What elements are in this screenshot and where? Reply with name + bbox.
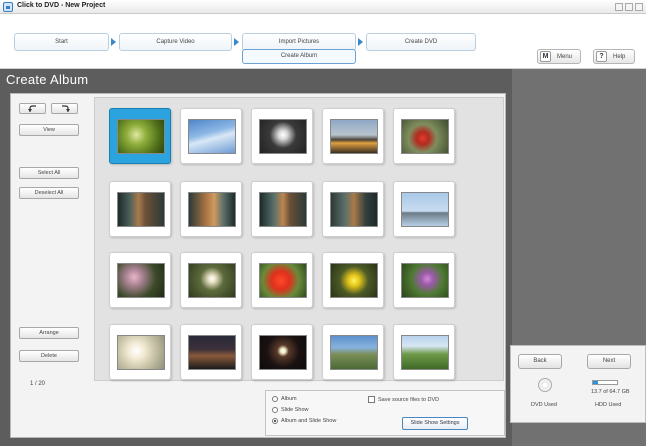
thumbnail[interactable] <box>180 108 242 164</box>
rotate-left-icon <box>28 105 36 112</box>
thumbnail[interactable] <box>109 324 171 380</box>
thumbnail[interactable] <box>180 252 242 308</box>
radio-album[interactable]: Album <box>272 396 297 402</box>
thumbnail[interactable] <box>251 324 313 380</box>
photo-image <box>401 263 449 298</box>
rotate-left-button[interactable] <box>19 103 46 114</box>
menu-label: Menu <box>557 53 573 60</box>
photo-image <box>330 335 378 370</box>
menu-key-icon: M <box>540 51 551 62</box>
step-bar: Start Capture Video Import Pictures Crea… <box>0 14 646 69</box>
title-bar: Click to DVD - New Project <box>0 0 646 14</box>
thumbnail[interactable] <box>251 108 313 164</box>
photo-image <box>117 263 165 298</box>
save-source-checkbox[interactable]: Save source files to DVD <box>368 396 439 403</box>
thumbnail[interactable] <box>109 181 171 237</box>
thumbnail[interactable] <box>251 252 313 308</box>
photo-image <box>330 263 378 298</box>
hdd-value: 13.7 of 64.7 GB <box>591 389 630 395</box>
thumbnail[interactable] <box>180 181 242 237</box>
page-title: Create Album <box>6 72 89 87</box>
dvd-disc-icon <box>538 378 552 392</box>
photo-image <box>259 119 307 154</box>
hdd-used-label: HDD Used <box>595 402 622 408</box>
thumbnail[interactable] <box>322 324 384 380</box>
back-button[interactable]: Back <box>518 354 562 369</box>
picture-counter: 1 / 20 <box>30 381 46 387</box>
step-capture-video[interactable]: Capture Video <box>119 33 232 51</box>
menu-button[interactable]: M Menu <box>537 49 581 64</box>
photo-image <box>401 192 449 227</box>
photo-image <box>259 263 307 298</box>
photo-image <box>117 192 165 227</box>
thumbnail[interactable] <box>251 181 313 237</box>
help-key-icon: ? <box>596 51 607 62</box>
photo-image <box>117 119 165 154</box>
photo-image <box>330 192 378 227</box>
thumbnail[interactable] <box>393 108 455 164</box>
window-controls <box>615 3 643 11</box>
photo-image <box>259 192 307 227</box>
help-label: Help <box>613 53 626 60</box>
thumbnail[interactable] <box>393 181 455 237</box>
photo-image <box>259 335 307 370</box>
arrange-button[interactable]: Arrange <box>19 327 79 339</box>
thumbnail[interactable] <box>393 252 455 308</box>
radio-album-label: Album <box>281 396 297 402</box>
thumbnail[interactable] <box>322 252 384 308</box>
dvd-used-label: DVD Used <box>531 402 557 408</box>
maximize-icon[interactable] <box>625 3 633 11</box>
photo-image <box>401 119 449 154</box>
thumbnail[interactable] <box>109 252 171 308</box>
album-panel: View Select All Deselect All Arrange Del… <box>10 93 506 438</box>
step-arrow-icon <box>111 38 116 46</box>
checkbox-icon <box>368 396 375 403</box>
rotate-right-button[interactable] <box>51 103 78 114</box>
save-source-label: Save source files to DVD <box>378 396 440 403</box>
photo-image <box>188 335 236 370</box>
photo-image <box>401 335 449 370</box>
thumbnail[interactable] <box>322 181 384 237</box>
step-create-album[interactable]: Create Album <box>242 49 356 64</box>
window-title: Click to DVD - New Project <box>17 2 106 9</box>
hdd-usage-fill <box>593 381 599 384</box>
thumbnail[interactable] <box>109 108 171 164</box>
radio-album-and-slide-show-label: Album and Slide Show <box>281 418 337 424</box>
thumbnail[interactable] <box>180 324 242 380</box>
thumbnail[interactable] <box>393 324 455 380</box>
photo-image <box>188 263 236 298</box>
select-all-button[interactable]: Select All <box>19 167 79 179</box>
step-create-dvd[interactable]: Create DVD <box>366 33 476 51</box>
view-button[interactable]: View <box>19 124 79 136</box>
photo-image <box>330 119 378 154</box>
photo-image <box>188 119 236 154</box>
radio-slide-show-icon <box>272 407 278 413</box>
radio-album-and-slide-show-icon <box>272 418 278 424</box>
deselect-all-button[interactable]: Deselect All <box>19 187 79 199</box>
thumbnail[interactable] <box>322 108 384 164</box>
photo-image <box>117 335 165 370</box>
slide-show-settings-button[interactable]: Slide Show Settings <box>402 417 468 430</box>
step-arrow-icon <box>358 38 363 46</box>
help-button[interactable]: ? Help <box>593 49 635 64</box>
radio-album-and-slide-show[interactable]: Album and Slide Show <box>272 418 336 424</box>
step-arrow-icon <box>234 38 239 46</box>
album-options: Album Slide Show Album and Slide Show Sa… <box>265 390 505 436</box>
close-icon[interactable] <box>635 3 643 11</box>
delete-button[interactable]: Delete <box>19 350 79 362</box>
radio-slide-show-label: Slide Show <box>281 407 309 413</box>
step-start[interactable]: Start <box>14 33 109 51</box>
minimize-icon[interactable] <box>615 3 623 11</box>
hdd-usage-bar <box>592 380 618 385</box>
radio-album-icon <box>272 396 278 402</box>
app-icon <box>3 2 13 12</box>
navigation-panel: Back Next 13.7 of 64.7 GB DVD Used HDD U… <box>510 345 646 423</box>
photo-image <box>188 192 236 227</box>
thumbnail-grid <box>94 97 504 381</box>
next-button[interactable]: Next <box>587 354 631 369</box>
rotate-right-icon <box>62 105 70 112</box>
radio-slide-show[interactable]: Slide Show <box>272 407 309 413</box>
